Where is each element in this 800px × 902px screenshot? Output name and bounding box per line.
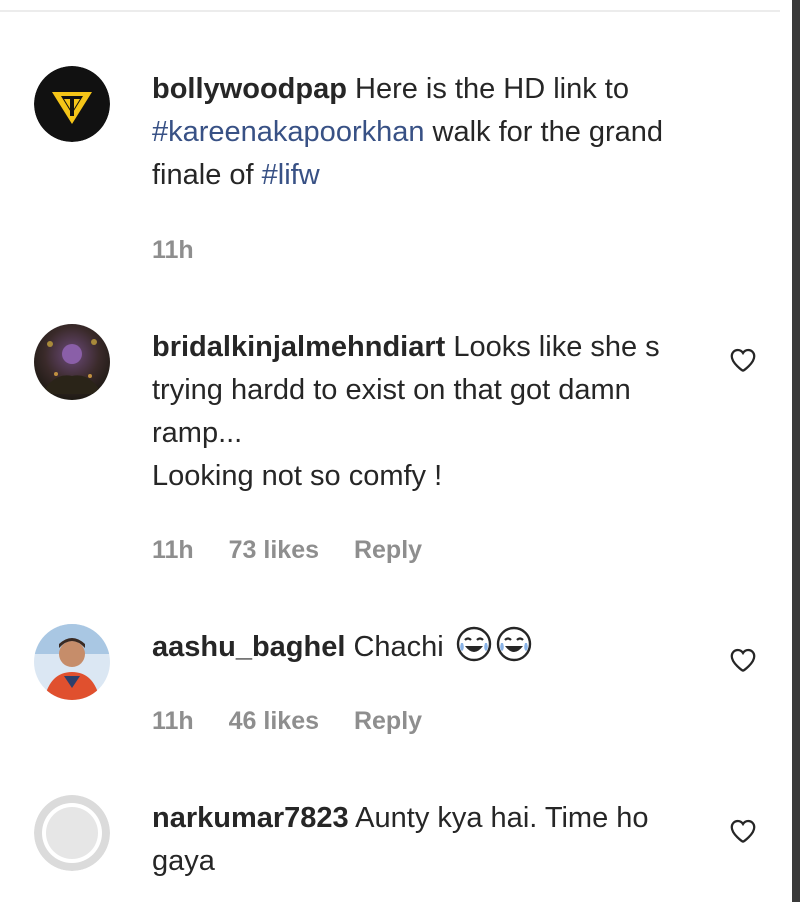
comment-meta: 11h 73 likes Reply bbox=[152, 536, 450, 565]
reply-button[interactable]: Reply bbox=[354, 707, 422, 735]
comment-meta: 11h 46 likes Reply bbox=[152, 707, 450, 736]
face-with-tears-of-joy-icon bbox=[496, 626, 532, 662]
comment-text: Looking not so comfy ! bbox=[152, 460, 443, 492]
avatar[interactable] bbox=[34, 624, 110, 700]
like-heart-icon[interactable] bbox=[728, 345, 758, 375]
comment-body: narkumar7823 Aunty kya hai. Time ho gaya bbox=[152, 797, 712, 883]
comment-text: Here is the HD link to bbox=[355, 73, 629, 105]
comment-text: Chachi bbox=[353, 631, 444, 663]
likes-count[interactable]: 46 likes bbox=[229, 707, 319, 735]
default-avatar-icon bbox=[34, 795, 110, 871]
comment-meta: 11h bbox=[152, 236, 222, 265]
avatar[interactable] bbox=[34, 795, 110, 871]
comments-panel: bollywoodpap Here is the HD link to #kar… bbox=[0, 0, 800, 902]
timestamp[interactable]: 11h bbox=[152, 536, 194, 564]
divider bbox=[0, 10, 780, 12]
like-heart-icon[interactable] bbox=[728, 816, 758, 846]
hashtag-link[interactable]: #kareenakapoorkhan bbox=[152, 116, 424, 148]
like-heart-icon[interactable] bbox=[728, 645, 758, 675]
scrollbar[interactable] bbox=[792, 0, 800, 902]
avatar[interactable] bbox=[34, 66, 110, 142]
username[interactable]: narkumar7823 bbox=[152, 802, 349, 834]
timestamp[interactable]: 11h bbox=[152, 707, 194, 735]
likes-count[interactable]: 73 likes bbox=[229, 536, 319, 564]
comment-body: bollywoodpap Here is the HD link to #kar… bbox=[152, 68, 732, 197]
username[interactable]: bridalkinjalmehndiart bbox=[152, 331, 445, 363]
avatar[interactable] bbox=[34, 324, 110, 400]
username[interactable]: aashu_baghel bbox=[152, 631, 345, 663]
user-photo-icon bbox=[34, 624, 110, 700]
reply-button[interactable]: Reply bbox=[354, 536, 422, 564]
face-with-tears-of-joy-icon bbox=[456, 626, 492, 662]
comment-body: bridalkinjalmehndiart Looks like she s t… bbox=[152, 326, 712, 498]
hashtag-link[interactable]: #lifw bbox=[262, 159, 320, 191]
comment-body: aashu_baghel Chachi bbox=[152, 626, 732, 669]
username[interactable]: bollywoodpap bbox=[152, 73, 347, 105]
timestamp[interactable]: 11h bbox=[152, 236, 194, 264]
user-photo-icon bbox=[34, 324, 110, 400]
bollywoodpap-logo-icon bbox=[34, 66, 110, 142]
